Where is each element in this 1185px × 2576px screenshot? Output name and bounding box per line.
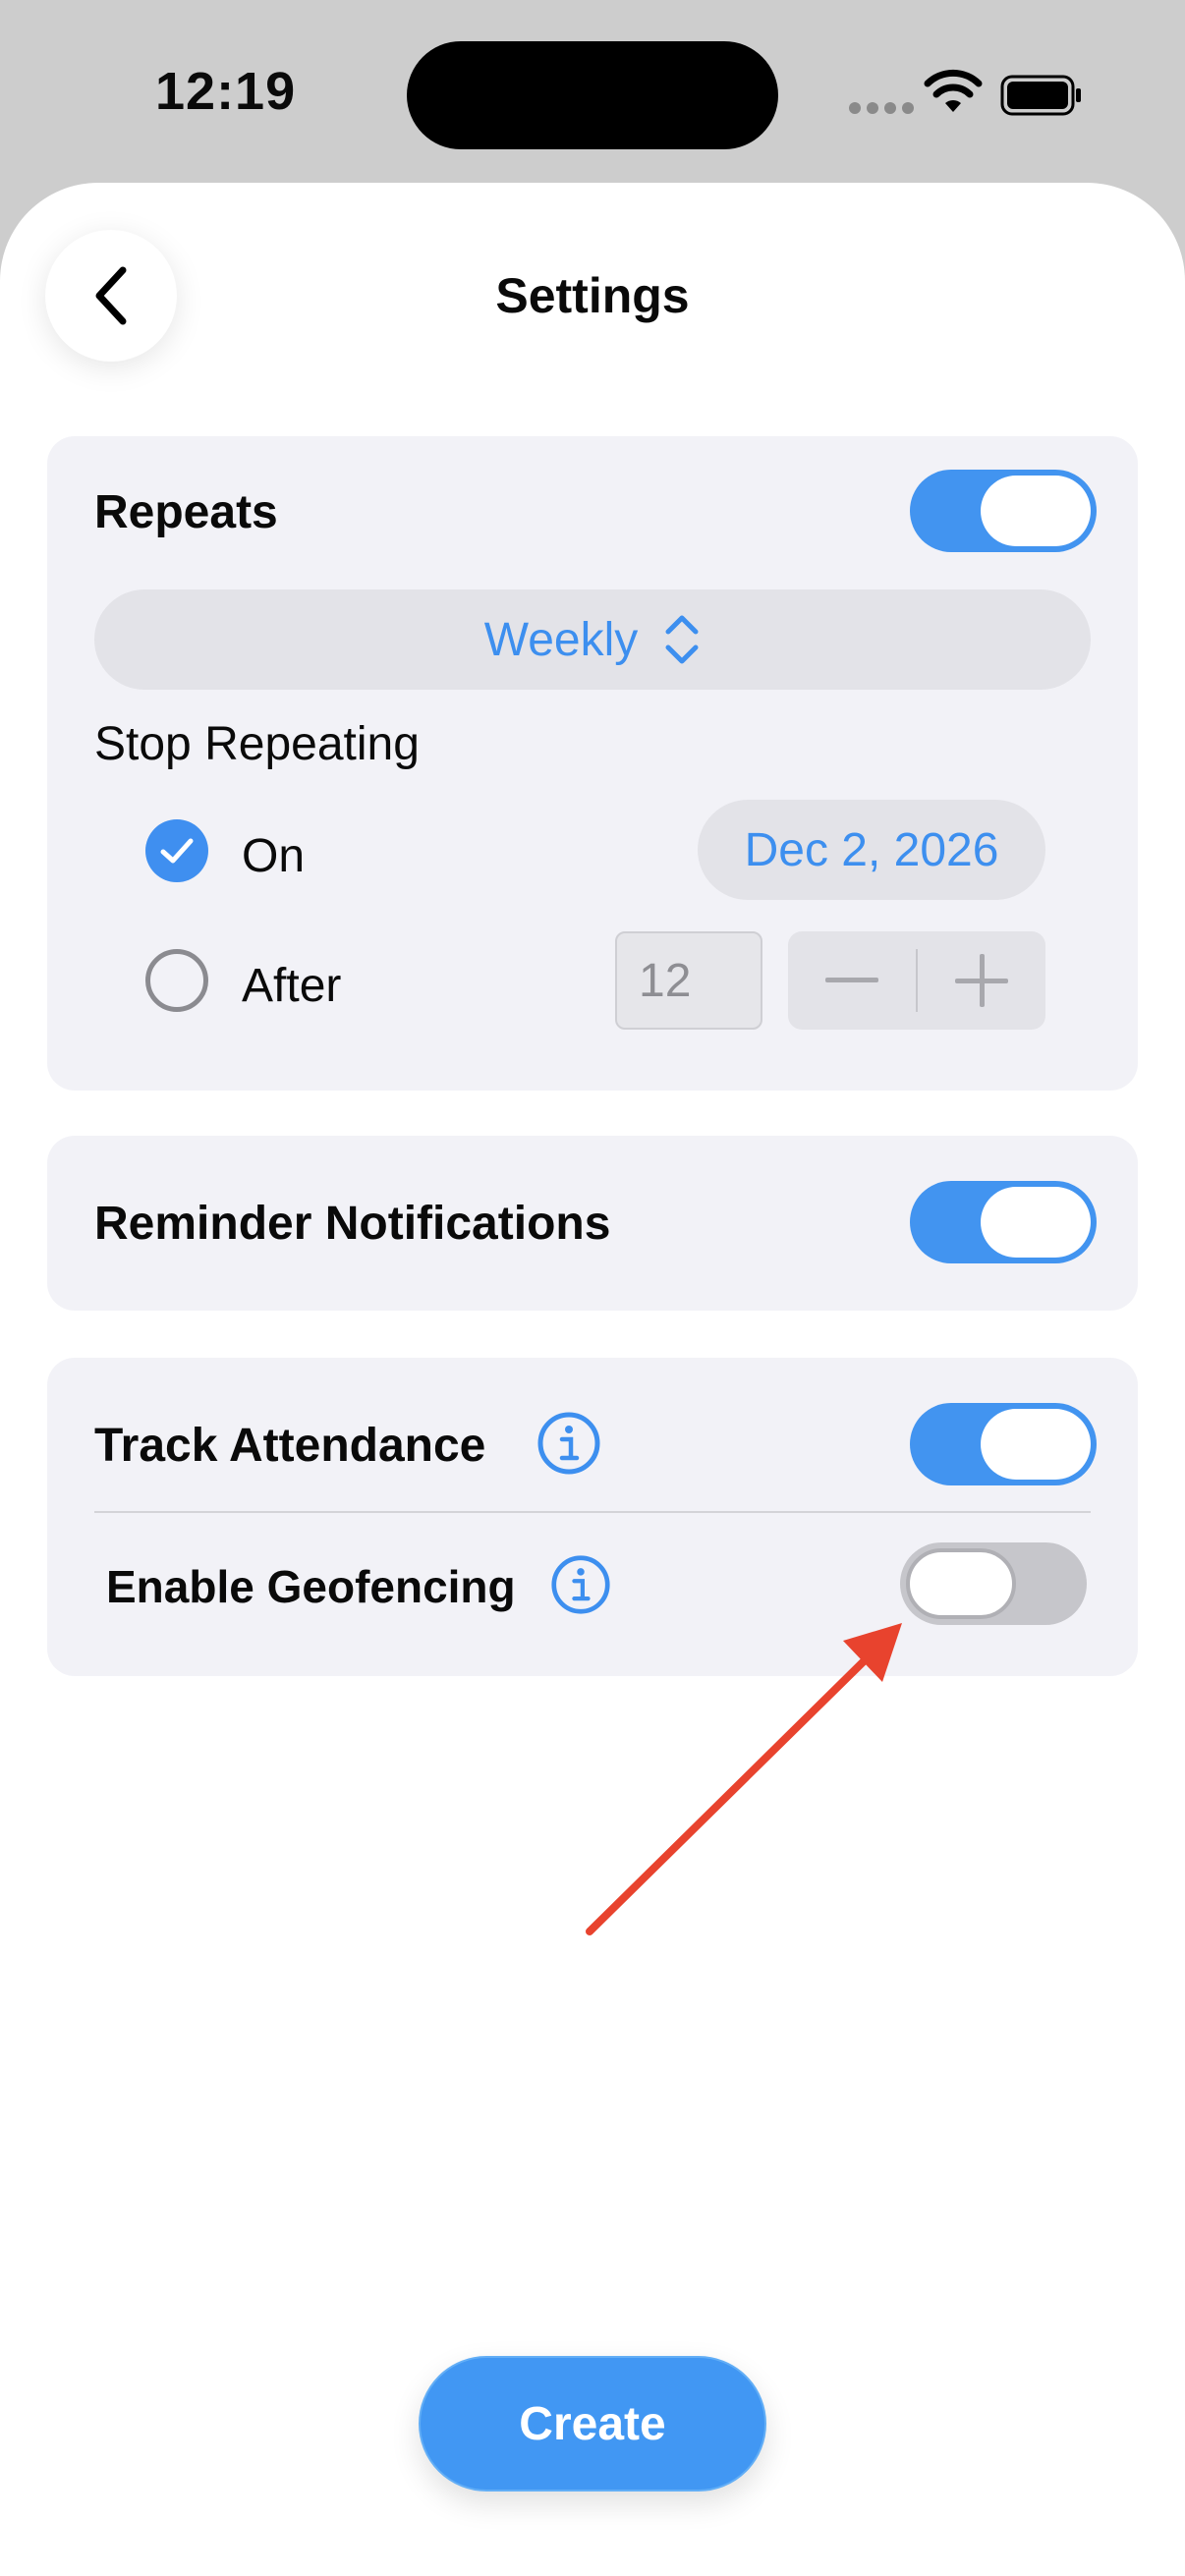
increment-button[interactable] — [918, 931, 1045, 1030]
enable-geofencing-toggle[interactable] — [900, 1542, 1087, 1625]
notifications-card: Reminder Notifications — [47, 1136, 1138, 1311]
reminder-notifications-label: Reminder Notifications — [94, 1198, 611, 1250]
repeats-label: Repeats — [94, 486, 278, 538]
page-title: Settings — [495, 268, 690, 323]
minus-icon — [825, 978, 878, 982]
checkmark-icon — [160, 838, 194, 864]
repeats-toggle[interactable] — [910, 470, 1097, 552]
settings-sheet: Settings Repeats Weekly Stop Repeating O… — [0, 183, 1185, 2576]
stop-on-label: On — [242, 830, 306, 882]
attendance-card: Track Attendance Enable Geofencing — [47, 1358, 1138, 1676]
track-attendance-toggle[interactable] — [910, 1403, 1097, 1485]
wifi-icon — [924, 69, 983, 112]
enable-geofencing-label: Enable Geofencing — [106, 1561, 516, 1612]
decrement-button[interactable] — [788, 931, 916, 1030]
chevron-up-down-icon — [665, 615, 699, 664]
battery-icon — [1000, 75, 1081, 116]
dynamic-island — [407, 41, 778, 149]
frequency-value: Weekly — [483, 613, 639, 666]
create-button[interactable]: Create — [419, 2356, 766, 2492]
occurrence-stepper — [788, 931, 1045, 1030]
stop-after-label: After — [242, 960, 342, 1012]
reminder-notifications-toggle[interactable] — [910, 1181, 1097, 1263]
repeat-settings-card: Repeats Weekly Stop Repeating On Dec 2, … — [47, 436, 1138, 1091]
end-date-picker[interactable]: Dec 2, 2026 — [698, 800, 1045, 900]
info-icon[interactable] — [536, 1411, 601, 1476]
stop-on-radio[interactable] — [145, 819, 208, 882]
end-date-value: Dec 2, 2026 — [744, 823, 999, 876]
stop-after-radio[interactable] — [145, 949, 208, 1012]
info-icon[interactable] — [550, 1554, 611, 1615]
track-attendance-label: Track Attendance — [94, 1420, 486, 1472]
status-time: 12:19 — [155, 62, 297, 121]
row-divider — [94, 1511, 1091, 1513]
frequency-select[interactable]: Weekly — [94, 589, 1091, 690]
plus-icon — [955, 954, 1008, 1007]
stop-repeating-label: Stop Repeating — [94, 718, 420, 770]
occurrence-count-field[interactable]: 12 — [615, 931, 762, 1030]
cellular-signal-icon — [849, 102, 914, 114]
